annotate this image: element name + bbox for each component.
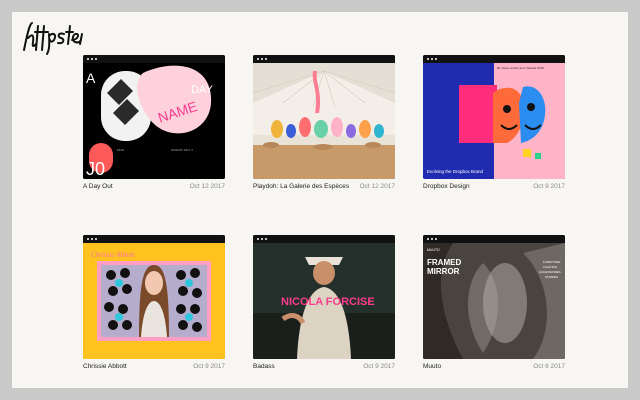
project-thumbnail[interactable]: Chrissie Abbott (83, 235, 225, 359)
site-screenshot: A DAY NAME J0 MON SUNDAY MAY 3 (83, 63, 225, 179)
project-date: Oct 9 2017 (193, 363, 225, 370)
gallery-page: A DAY NAME J0 MON SUNDAY MAY 3 A Day Out… (12, 12, 628, 388)
shot-byline: By Jason Hobbs and Yaleeka Wolff (497, 66, 544, 70)
shot-menu-item: ACCESSORIES (539, 270, 561, 274)
project-date: Oct 6 2017 (533, 363, 565, 370)
project-date: Oct 12 2017 (189, 183, 225, 190)
shot-headline-line-1: FRAMED (427, 258, 461, 267)
project-meta: Muuto Oct 6 2017 (423, 363, 565, 375)
project-date: Oct 12 2017 (359, 183, 395, 190)
project-meta: Dropbox Design Oct 9 2017 (423, 183, 565, 195)
shot-menu-item: LIGHTING (543, 265, 558, 269)
project-meta: A Day Out Oct 12 2017 (83, 183, 225, 195)
window-dot-icon (87, 58, 89, 60)
project-date: Oct 9 2017 (363, 363, 395, 370)
shot-brand: MUUTO (427, 248, 440, 252)
project-thumbnail[interactable]: By Jason Hobbs and Yaleeka Wolff Evolvin… (423, 55, 565, 179)
window-dot-icon (257, 238, 259, 240)
browser-chrome (423, 235, 565, 243)
project-card: MUUTO FRAMED MIRROR FURNITURE LIGHTING A… (423, 235, 565, 370)
site-screenshot: Chrissie Abbott (83, 243, 225, 359)
window-dot-icon (427, 58, 429, 60)
window-dot-icon (265, 238, 267, 240)
browser-chrome (253, 235, 395, 243)
project-title[interactable]: Playdoh: La Galerie des Espèces (253, 183, 349, 190)
window-dot-icon (265, 58, 267, 60)
window-dot-icon (435, 58, 437, 60)
project-title[interactable]: Muuto (423, 363, 441, 370)
browser-chrome (423, 55, 565, 63)
browser-chrome (253, 55, 395, 63)
window-dot-icon (261, 58, 263, 60)
window-dot-icon (91, 58, 93, 60)
project-title[interactable]: Dropbox Design (423, 183, 470, 190)
project-card: NICOLA FORCISE Badass Oct 9 2017 (253, 235, 395, 370)
project-title[interactable]: Chrissie Abbott (83, 363, 127, 370)
window-dot-icon (95, 238, 97, 240)
browser-chrome (83, 235, 225, 243)
project-title[interactable]: Badass (253, 363, 275, 370)
project-thumbnail[interactable] (253, 55, 395, 179)
shot-caption-right: SUNDAY MAY 3 (171, 148, 193, 152)
project-card: Chrissie Abbott Chrissie Abbott Oct 9 20… (83, 235, 225, 370)
window-dot-icon (87, 238, 89, 240)
site-screenshot: NICOLA FORCISE (253, 243, 395, 359)
window-dot-icon (431, 238, 433, 240)
project-date: Oct 9 2017 (533, 183, 565, 190)
shot-caption: Evolving the Dropbox Brand (427, 169, 484, 174)
site-logo[interactable] (20, 20, 84, 56)
shot-banner: Chrissie Abbott (91, 251, 136, 259)
project-meta: Badass Oct 9 2017 (253, 363, 395, 375)
shot-bottom-text: J0 (86, 159, 105, 179)
window-dot-icon (431, 58, 433, 60)
shot-headline-line-2: MIRROR (427, 267, 460, 276)
shot-headline: NICOLA FORCISE (281, 296, 375, 308)
shot-caption-left: MON (117, 148, 124, 152)
project-card: By Jason Hobbs and Yaleeka Wolff Evolvin… (423, 55, 565, 190)
project-card: A DAY NAME J0 MON SUNDAY MAY 3 A Day Out… (83, 55, 225, 190)
window-dot-icon (427, 238, 429, 240)
project-meta: Playdoh: La Galerie des Espèces Oct 12 2… (253, 183, 395, 195)
project-thumbnail[interactable]: MUUTO FRAMED MIRROR FURNITURE LIGHTING A… (423, 235, 565, 359)
project-card: Playdoh: La Galerie des Espèces Oct 12 2… (253, 55, 395, 190)
site-screenshot: MUUTO FRAMED MIRROR FURNITURE LIGHTING A… (423, 243, 565, 359)
window-dot-icon (95, 58, 97, 60)
browser-chrome (83, 55, 225, 63)
window-dot-icon (435, 238, 437, 240)
site-screenshot: By Jason Hobbs and Yaleeka Wolff Evolvin… (423, 63, 565, 179)
shot-menu-item: STORIES (545, 275, 558, 279)
project-title[interactable]: A Day Out (83, 183, 113, 190)
project-meta: Chrissie Abbott Oct 9 2017 (83, 363, 225, 375)
site-screenshot (253, 63, 395, 179)
shot-word-day: DAY (191, 84, 213, 96)
shot-letter-a: A (86, 70, 96, 86)
shot-menu-item: FURNITURE (543, 260, 560, 264)
project-thumbnail[interactable]: NICOLA FORCISE (253, 235, 395, 359)
window-dot-icon (257, 58, 259, 60)
window-dot-icon (261, 238, 263, 240)
window-dot-icon (91, 238, 93, 240)
project-thumbnail[interactable]: A DAY NAME J0 MON SUNDAY MAY 3 (83, 55, 225, 179)
